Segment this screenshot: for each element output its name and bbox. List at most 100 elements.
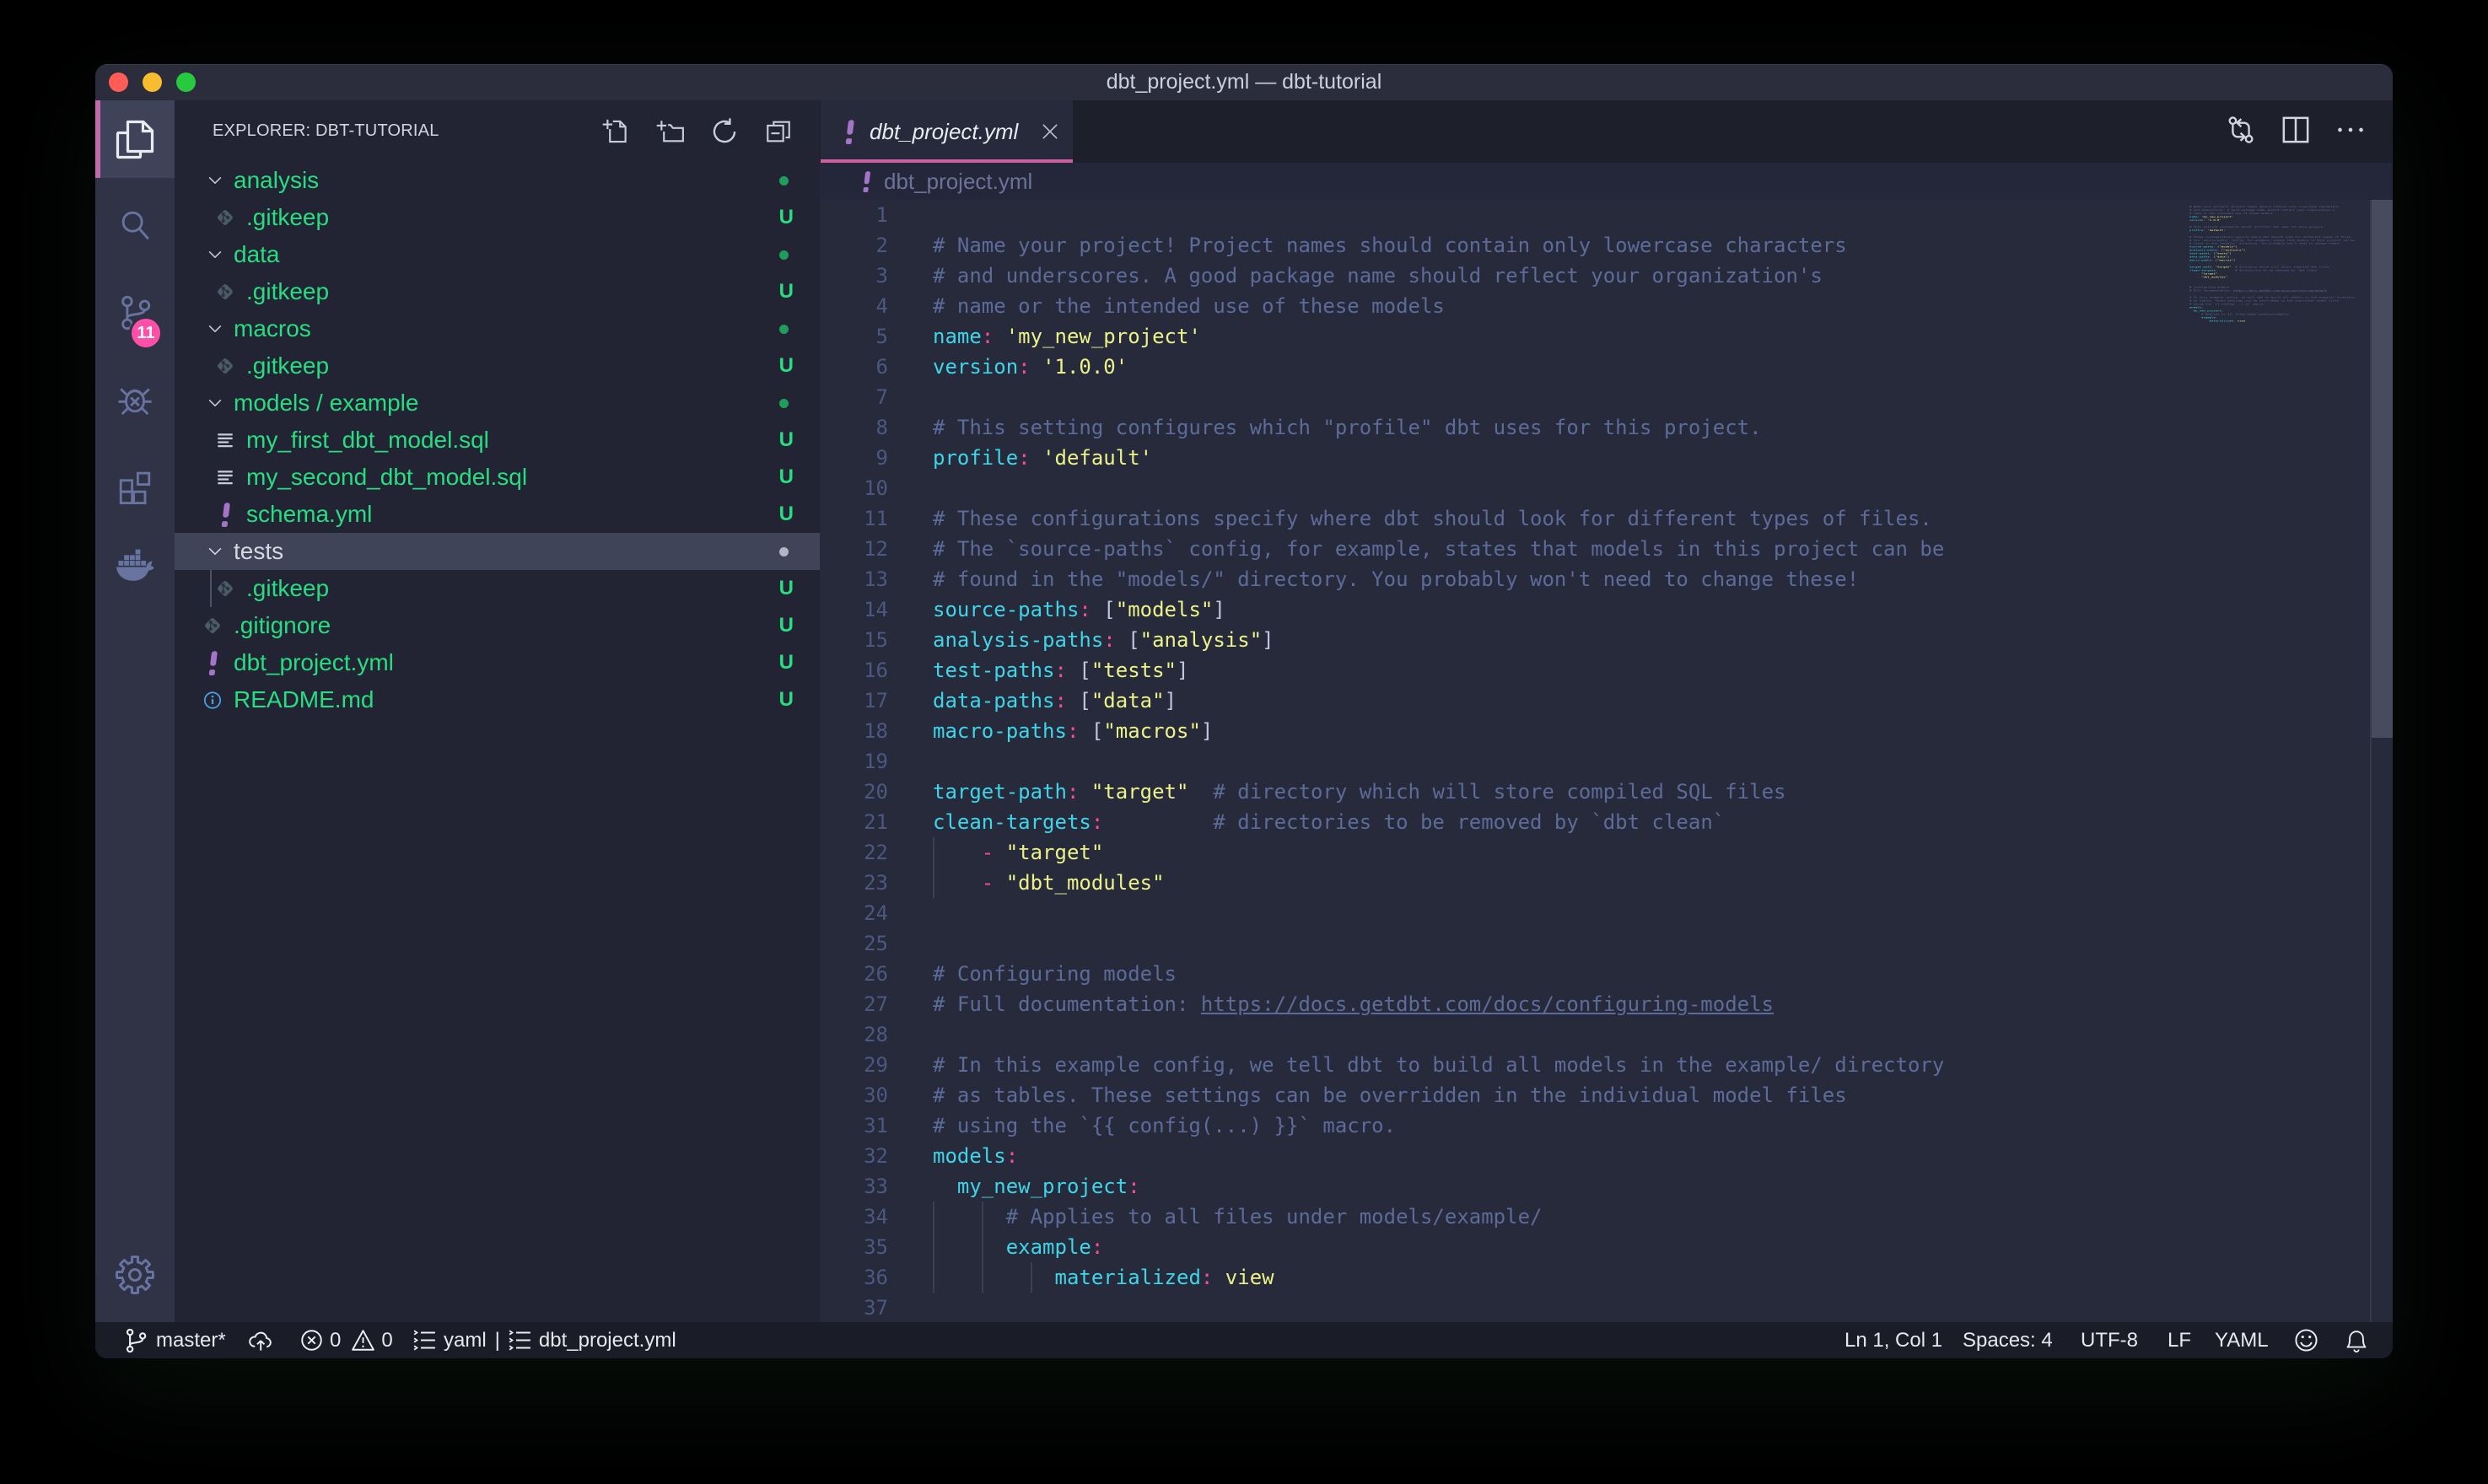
code-token xyxy=(933,871,982,895)
tree-file--gitkeep[interactable]: .gitkeepU xyxy=(175,199,820,236)
tree-folder-data[interactable]: data xyxy=(175,236,820,273)
tree-file-readme-md[interactable]: README.mdU xyxy=(175,681,820,718)
code-token: version xyxy=(933,355,1018,379)
tree-file--gitkeep[interactable]: .gitkeepU xyxy=(175,570,820,607)
status-cursor[interactable]: Ln 1, Col 1 xyxy=(1844,1322,1942,1358)
code-line xyxy=(933,1293,1944,1322)
gear-icon xyxy=(115,1255,155,1295)
code-token: '1.0.0' xyxy=(1042,355,1128,379)
code-token xyxy=(1103,810,1213,834)
code-token: # Full documentation: xyxy=(933,992,1201,1016)
code-token: "macros" xyxy=(2217,259,2233,261)
code-token: target-path xyxy=(933,780,1067,804)
refresh-button[interactable] xyxy=(710,117,739,146)
code-line: # as tables. These settings can be overr… xyxy=(933,1080,1944,1110)
code-token: : xyxy=(1067,719,1079,743)
scrollbar-thumb[interactable] xyxy=(2372,200,2393,738)
code-line: # found in the "models/" directory. You … xyxy=(933,564,1944,594)
code-token xyxy=(933,1266,1055,1289)
git-untracked-badge: U xyxy=(779,206,794,229)
chevron-down-icon xyxy=(206,394,224,417)
code-token: example xyxy=(1006,1235,1091,1259)
code-line xyxy=(933,382,1944,412)
activity-bar: 11 xyxy=(95,100,175,1322)
code-line: source-paths: ["models"] xyxy=(933,594,1944,625)
tree-file--gitkeep[interactable]: .gitkeepU xyxy=(175,347,820,384)
close-window-button[interactable] xyxy=(109,73,128,92)
tree-item-label: .gitkeep xyxy=(246,352,329,379)
activity-bar-item-search[interactable] xyxy=(95,187,175,265)
split-editor-button[interactable] xyxy=(2279,113,2313,151)
more-actions-button[interactable] xyxy=(2334,113,2367,151)
tree-file-dbt-project-yml[interactable]: dbt_project.ymlU xyxy=(175,644,820,681)
status-eol[interactable]: LF xyxy=(2168,1322,2191,1358)
minimap[interactable]: # Name your project! Project names shoul… xyxy=(2189,202,2369,1322)
title-bar[interactable]: dbt_project.yml — dbt-tutorial xyxy=(95,64,2393,100)
status-notifications[interactable] xyxy=(2345,1322,2368,1358)
workbench: 11 EXPLORER: DBT-TUTORIAL analysis.gitke… xyxy=(95,100,2393,1322)
tree-folder-analysis[interactable]: analysis xyxy=(175,162,820,199)
status-problems[interactable]: 00 xyxy=(300,1322,393,1358)
new-folder-button[interactable] xyxy=(656,117,685,146)
new-file-button[interactable] xyxy=(602,117,631,146)
status-sync[interactable] xyxy=(249,1322,273,1358)
activity-bar-item-extensions[interactable] xyxy=(95,447,175,524)
activity-bar-item-docker[interactable] xyxy=(95,524,175,601)
eol: LF xyxy=(2168,1329,2191,1352)
git-status-dot xyxy=(779,399,789,408)
tree-file-my-second-dbt-model-sql[interactable]: my_second_dbt_model.sqlU xyxy=(175,459,820,496)
activity-bar-item-explorer[interactable] xyxy=(95,100,175,178)
status-language[interactable]: YAML xyxy=(2215,1322,2269,1358)
activity-bar-item-settings[interactable] xyxy=(95,1236,175,1314)
docker-icon xyxy=(115,542,155,583)
activity-bar-item-source-control[interactable]: 11 xyxy=(95,273,175,351)
sidebar-actions xyxy=(602,100,793,162)
tree-item-label: analysis xyxy=(234,167,319,194)
code-line: - "dbt_modules" xyxy=(933,868,1944,898)
tab-dbt-project-yml[interactable]: dbt_project.yml xyxy=(821,100,1073,163)
activity-bar-item-debug[interactable] xyxy=(95,359,175,437)
open-changes-button[interactable] xyxy=(2224,113,2258,151)
tree-folder-models-example[interactable]: models / example xyxy=(175,384,820,422)
editor-scrollbar[interactable] xyxy=(2370,200,2393,1322)
tree-folder-tests[interactable]: tests xyxy=(175,533,820,570)
git-untracked-badge: U xyxy=(779,428,794,452)
tree-file--gitkeep[interactable]: .gitkeepU xyxy=(175,273,820,310)
tree-folder-macros[interactable]: macros xyxy=(175,310,820,347)
tree-file-schema-yml[interactable]: schema.ymlU xyxy=(175,496,820,533)
code-token: "models" xyxy=(1116,598,1214,621)
code-token: [ xyxy=(1128,628,1139,652)
code-token xyxy=(933,1235,1006,1259)
code-token: macro-paths xyxy=(933,719,1067,743)
breadcrumb-item-file[interactable]: dbt_project.yml xyxy=(884,169,1032,195)
code-line: # using the `{{ config(...) }}` macro. xyxy=(933,1110,1944,1141)
code-line: # In this example config, we tell dbt to… xyxy=(933,1050,1944,1080)
code-line xyxy=(933,898,1944,928)
code-token xyxy=(994,871,1005,895)
tree-item-label: README.md xyxy=(234,686,374,713)
code-token xyxy=(2217,269,2235,272)
git-untracked-badge: U xyxy=(779,503,794,526)
status-outline[interactable]: yaml|dbt_project.yml xyxy=(413,1322,676,1358)
code-editor[interactable]: 1 2 3 4 5 6 7 8 9 10 11 12 13 14 15 16 1… xyxy=(820,200,2393,1322)
code-token: # directories to be removed by `dbt clea… xyxy=(2235,269,2318,272)
editor-actions xyxy=(2224,100,2393,163)
status-feedback[interactable] xyxy=(2294,1322,2318,1358)
collapse-all-button[interactable] xyxy=(764,117,793,146)
status-branch[interactable]: master* xyxy=(123,1322,226,1358)
code-token: # In this example config, we tell dbt to… xyxy=(933,1053,1944,1077)
code-token: ] xyxy=(1262,628,1274,652)
breadcrumbs[interactable]: dbt_project.yml xyxy=(820,163,2393,200)
tree-file--gitignore[interactable]: .gitignoreU xyxy=(175,607,820,644)
code-token: # This setting configures which "profile… xyxy=(933,416,1762,439)
git-status-dot xyxy=(779,325,789,334)
tree-file-my-first-dbt-model-sql[interactable]: my_first_dbt_model.sqlU xyxy=(175,422,820,459)
code-line: materialized: view xyxy=(2189,320,2219,323)
code-token: "dbt_modules" xyxy=(1006,871,1165,895)
minimize-window-button[interactable] xyxy=(143,73,162,92)
yml-file-icon xyxy=(843,119,856,144)
zoom-window-button[interactable] xyxy=(176,73,196,92)
status-indentation[interactable]: Spaces: 4 xyxy=(1963,1322,2053,1358)
status-encoding[interactable]: UTF-8 xyxy=(2081,1322,2138,1358)
tab-close-icon[interactable] xyxy=(1039,121,1061,142)
